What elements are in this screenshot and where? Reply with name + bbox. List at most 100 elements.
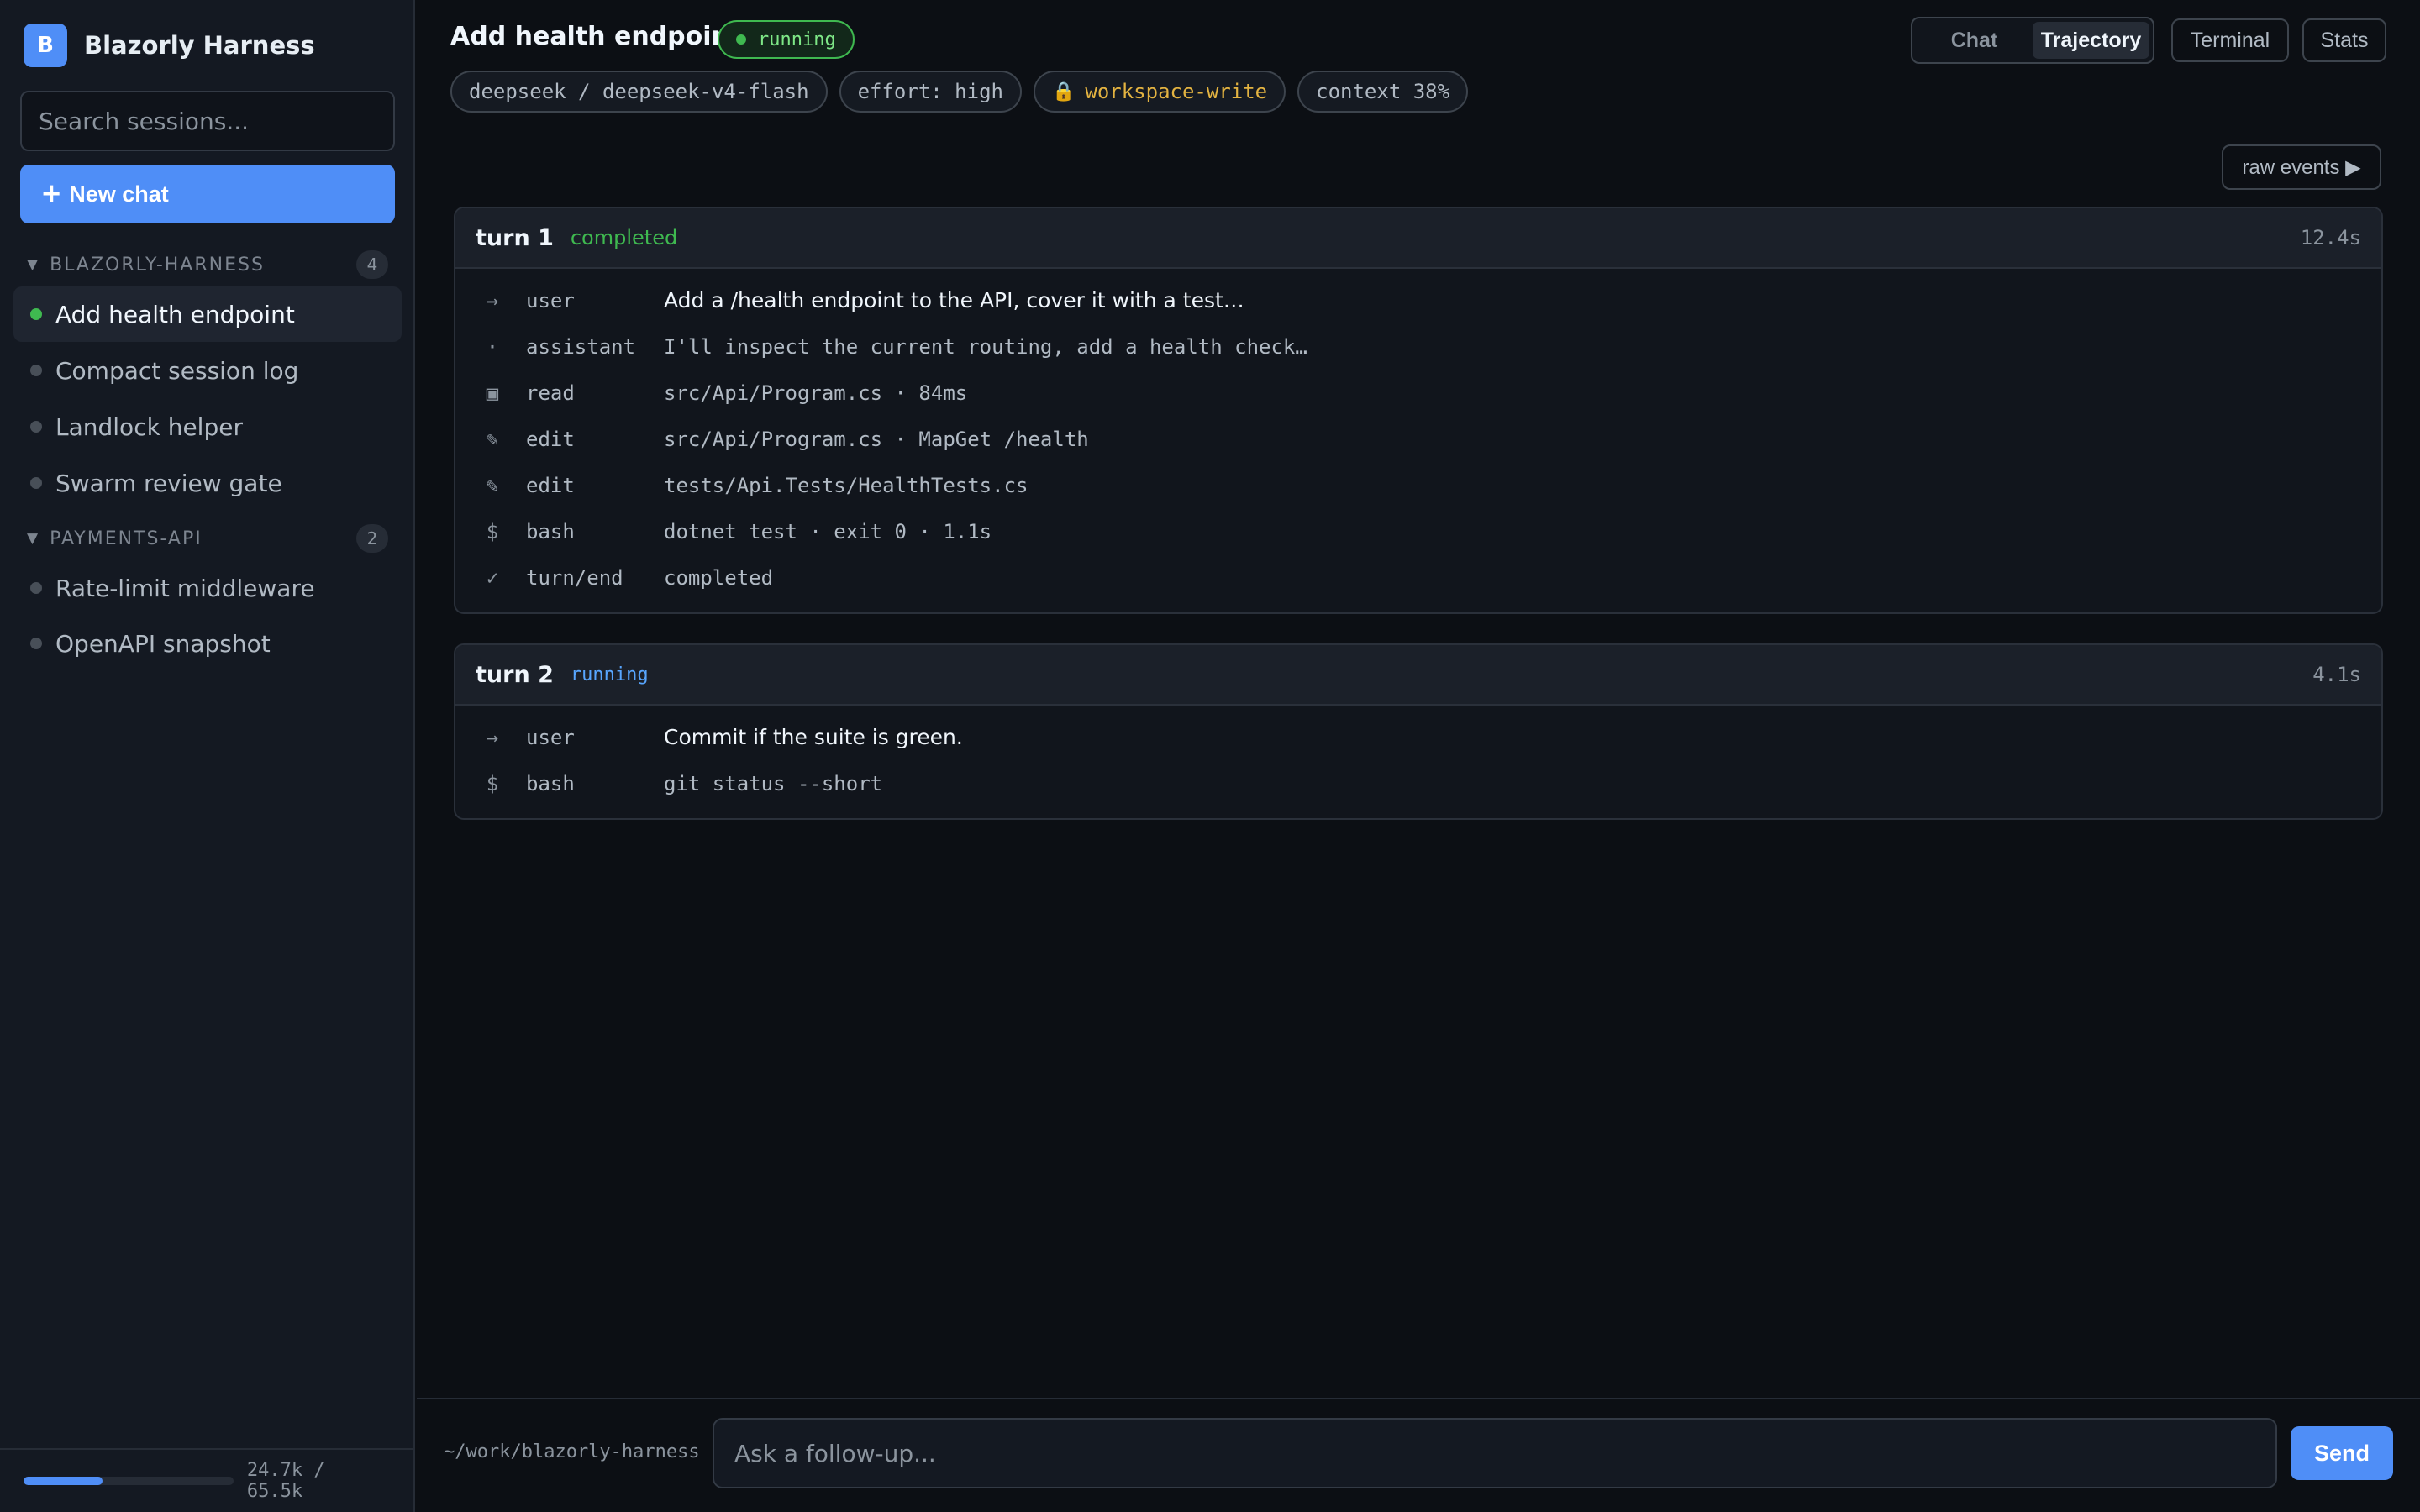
effort-chip[interactable]: effort: high (839, 71, 1022, 113)
session-status-dot (30, 582, 42, 594)
working-directory: ~/work/blazorly-harness (444, 1441, 700, 1462)
turn-name: turn 1 (476, 224, 554, 251)
event-text: Commit if the suite is green. (664, 725, 963, 749)
brand-logo: B (24, 24, 67, 67)
session-name: Compact session log (55, 356, 299, 385)
session-openapi-snapshot[interactable]: OpenAPI snapshot (13, 616, 402, 671)
session-status-dot (30, 638, 42, 649)
session-name: Landlock helper (55, 412, 243, 441)
session-status-dot (30, 308, 42, 320)
token-usage: 24.7k / 65.5k (0, 1448, 415, 1512)
page-title: Add health endpoint (450, 22, 742, 51)
status-dot (736, 34, 746, 45)
session-rate-limit-middleware[interactable]: Rate-limit middleware (13, 560, 402, 616)
event-type: edit (526, 427, 575, 451)
event-row[interactable]: → user Commit if the suite is green. (455, 714, 2381, 760)
arrow-right-icon: → (486, 725, 499, 749)
search-input[interactable] (20, 91, 395, 151)
event-text: src/Api/Program.cs · 84ms (664, 381, 968, 405)
brand-name: Blazorly Harness (84, 31, 315, 60)
event-row[interactable]: ▣ read src/Api/Program.cs · 84ms (455, 370, 2381, 416)
event-row[interactable]: · assistant I'll inspect the current rou… (455, 323, 2381, 370)
follow-up-input[interactable] (713, 1418, 2277, 1488)
turn-header[interactable]: turn 2 running 4.1s (455, 645, 2381, 706)
send-button[interactable]: Send (2291, 1426, 2393, 1480)
plus-icon: + (42, 176, 61, 212)
caret-down-icon: ▼ (27, 530, 40, 547)
turn-header[interactable]: turn 1 completed 12.4s (455, 208, 2381, 269)
turn-name: turn 2 (476, 661, 554, 688)
group-header-payments-api[interactable]: ▼ PAYMENTS-API 2 (27, 523, 388, 554)
event-text: tests/Api.Tests/HealthTests.cs (664, 473, 1028, 497)
sidebar: B Blazorly Harness + New chat ▼ BLAZORLY… (0, 0, 415, 1512)
new-chat-button[interactable]: + New chat (20, 165, 395, 223)
usage-bar (24, 1477, 234, 1485)
turn-events: → user Commit if the suite is green. $ b… (455, 706, 2381, 818)
turn-events: → user Add a /health endpoint to the API… (455, 269, 2381, 612)
turn-card: turn 2 running 4.1s → user Commit if the… (454, 643, 2383, 820)
terminal-prompt-icon: $ (486, 771, 499, 795)
model-chip[interactable]: deepseek / deepseek-v4-flash (450, 71, 828, 113)
dot-icon: · (486, 334, 499, 359)
session-name: OpenAPI snapshot (55, 629, 271, 658)
event-row[interactable]: ✎ edit src/Api/Program.cs · MapGet /heal… (455, 416, 2381, 462)
event-type: user (526, 725, 575, 749)
lock-icon: 🔒 (1051, 81, 1076, 102)
caret-down-icon: ▼ (27, 256, 40, 273)
main-panel: Add health endpoint running deepseek / d… (417, 0, 2420, 1512)
pencil-icon: ✎ (486, 473, 499, 497)
event-type: user (526, 288, 575, 312)
context-chip: context 38% (1297, 71, 1469, 113)
pencil-icon: ✎ (486, 427, 499, 451)
event-row[interactable]: ✎ edit tests/Api.Tests/HealthTests.cs (455, 462, 2381, 508)
session-name: Swarm review gate (55, 469, 282, 497)
session-name: Add health endpoint (55, 300, 295, 328)
group-header-blazorly-harness[interactable]: ▼ BLAZORLY-HARNESS 4 (27, 249, 388, 280)
event-row[interactable]: $ bash dotnet test · exit 0 · 1.1s (455, 508, 2381, 554)
group-name: PAYMENTS-API (50, 528, 203, 549)
event-text: git status --short (664, 771, 883, 795)
event-type: turn/end (526, 565, 623, 590)
group-count: 4 (356, 250, 388, 279)
event-row[interactable]: ✓ turn/end completed (455, 554, 2381, 601)
arrow-right-icon: → (486, 288, 499, 312)
tab-trajectory[interactable]: Trajectory (2033, 22, 2149, 59)
sandbox-text: workspace-write (1085, 80, 1268, 103)
session-chips: deepseek / deepseek-v4-flash effort: hig… (450, 71, 1469, 113)
usage-text: 24.7k / 65.5k (246, 1460, 325, 1502)
session-swarm-review-gate[interactable]: Swarm review gate (13, 455, 402, 511)
event-text: I'll inspect the current routing, add a … (664, 334, 1307, 359)
session-add-health-endpoint[interactable]: Add health endpoint (13, 286, 402, 342)
turn-duration: 4.1s (2312, 663, 2361, 686)
new-chat-label: New chat (69, 181, 169, 207)
turn-duration: 12.4s (2300, 226, 2361, 249)
tab-chat[interactable]: Chat (1916, 22, 2033, 59)
event-text: Add a /health endpoint to the API, cover… (664, 288, 1244, 312)
file-icon: ▣ (486, 381, 499, 405)
terminal-prompt-icon: $ (486, 519, 499, 543)
session-compact-session-log[interactable]: Compact session log (13, 343, 402, 398)
event-text: completed (664, 565, 774, 590)
event-text: dotnet test · exit 0 · 1.1s (664, 519, 992, 543)
session-status-dot (30, 477, 42, 489)
event-row[interactable]: $ bash git status --short (455, 760, 2381, 806)
terminal-button[interactable]: Terminal (2171, 18, 2289, 62)
raw-events-button[interactable]: raw events ▶ (2222, 144, 2381, 190)
turn-status: running (570, 664, 649, 685)
group-count: 2 (356, 524, 388, 553)
turn-status: completed (570, 226, 678, 249)
session-landlock-helper[interactable]: Landlock helper (13, 399, 402, 454)
sandbox-chip[interactable]: 🔒 workspace-write (1033, 71, 1286, 113)
event-text: src/Api/Program.cs · MapGet /health (664, 427, 1089, 451)
view-toggle: Chat Trajectory (1911, 17, 2154, 64)
check-icon: ✓ (486, 565, 499, 590)
event-type: bash (526, 771, 575, 795)
event-type: assistant (526, 334, 636, 359)
event-type: edit (526, 473, 575, 497)
stats-button[interactable]: Stats (2302, 18, 2386, 62)
session-status-dot (30, 421, 42, 433)
session-name: Rate-limit middleware (55, 574, 315, 602)
group-name: BLAZORLY-HARNESS (50, 254, 265, 276)
brand: B Blazorly Harness (24, 24, 315, 67)
event-row[interactable]: → user Add a /health endpoint to the API… (455, 277, 2381, 323)
